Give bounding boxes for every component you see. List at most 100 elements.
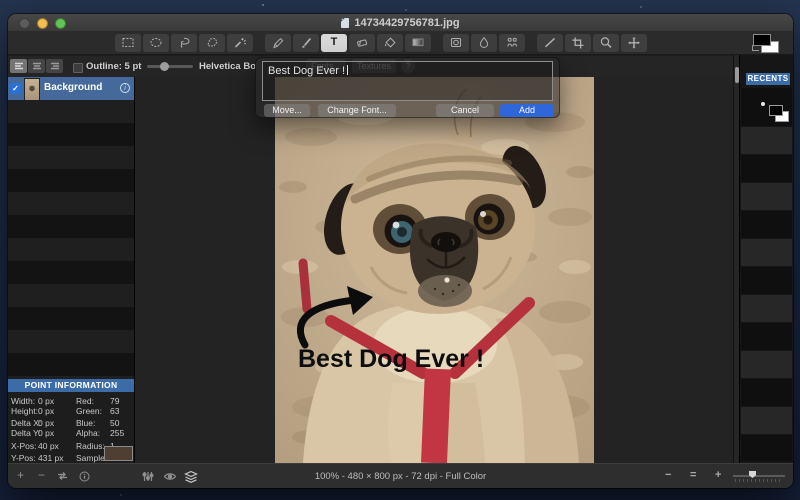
point-information-header: POINT INFORMATION xyxy=(8,379,134,392)
zoom-out-button[interactable]: − xyxy=(665,469,671,481)
desktop-star xyxy=(120,494,122,496)
field-value: 40 px xyxy=(38,441,59,451)
status-bar: + − 100% - 480 × 800 px - 72 dpi - Full … xyxy=(8,463,793,488)
field-value: 50 xyxy=(110,418,119,428)
visibility-eye-icon[interactable] xyxy=(163,471,177,485)
move-button[interactable]: Move... xyxy=(264,104,310,117)
recent-slot[interactable] xyxy=(741,183,792,210)
recent-slot[interactable] xyxy=(741,351,792,378)
canvas-area[interactable]: Best Dog Ever ! xyxy=(135,77,733,463)
tool-gradient[interactable] xyxy=(405,34,431,52)
close-button[interactable] xyxy=(19,18,30,29)
recent-color-pair-icon xyxy=(769,105,783,116)
text-entry-field[interactable]: Best Dog Ever ! xyxy=(262,61,553,101)
window-title: 14734429756781.jpg xyxy=(354,17,459,29)
field-label: Blue: xyxy=(76,418,95,428)
field-label: X-Pos: xyxy=(11,441,37,451)
recent-slot[interactable] xyxy=(741,323,792,350)
add-button[interactable]: Add xyxy=(500,104,554,117)
layer-row-background[interactable]: ✓ Background i xyxy=(8,77,134,100)
recent-slot[interactable] xyxy=(741,211,792,238)
recent-slot[interactable] xyxy=(741,435,792,461)
tool-bar: T xyxy=(8,31,793,55)
field-label: Delta Y: xyxy=(11,428,41,438)
recent-slot[interactable] xyxy=(741,407,792,434)
field-label: Y-Pos: xyxy=(11,453,36,463)
recent-item[interactable] xyxy=(741,88,792,126)
zoom-in-button[interactable]: + xyxy=(715,469,721,481)
outline-checkbox[interactable] xyxy=(73,63,83,73)
layer-info-button[interactable] xyxy=(79,471,90,485)
recent-slot[interactable] xyxy=(741,239,792,266)
outline-slider[interactable] xyxy=(147,65,193,68)
field-value: 431 px xyxy=(38,453,64,463)
minimize-button[interactable] xyxy=(37,18,48,29)
outline-label: Outline: 5 pt xyxy=(86,61,141,72)
recent-slot[interactable] xyxy=(741,295,792,322)
layers-stack-icon[interactable] xyxy=(184,470,198,486)
tool-bucket[interactable] xyxy=(377,34,403,52)
zoom-actual-button[interactable]: = xyxy=(690,469,696,481)
remove-layer-button[interactable]: − xyxy=(38,469,45,482)
title-bar[interactable]: 14734429756781.jpg xyxy=(8,14,793,32)
tool-effects[interactable] xyxy=(499,34,525,52)
field-label: Red: xyxy=(76,396,94,406)
tool-rect-select[interactable] xyxy=(115,34,141,52)
layer-thumbnail xyxy=(24,78,40,101)
tool-ellipse-select[interactable] xyxy=(143,34,169,52)
field-value: 255 xyxy=(110,428,124,438)
tool-move[interactable] xyxy=(621,34,647,52)
zoom-slider[interactable] xyxy=(733,473,785,482)
layer-visibility-checkbox[interactable]: ✓ xyxy=(10,83,21,94)
document-icon xyxy=(341,18,349,28)
tool-zoom[interactable] xyxy=(593,34,619,52)
sample-color-swatch xyxy=(104,446,133,461)
color-well[interactable] xyxy=(753,34,779,52)
field-value: 0 px xyxy=(38,428,54,438)
cancel-button[interactable]: Cancel xyxy=(436,104,494,117)
layer-info-icon[interactable]: i xyxy=(120,83,130,93)
recent-slot[interactable] xyxy=(741,155,792,182)
align-left-button[interactable] xyxy=(10,59,27,73)
channels-icon[interactable] xyxy=(142,471,154,485)
tool-clone[interactable] xyxy=(443,34,469,52)
recent-dot-icon xyxy=(761,102,765,106)
align-right-button[interactable] xyxy=(46,59,63,73)
tool-smudge[interactable] xyxy=(471,34,497,52)
field-label: Width: xyxy=(11,396,35,406)
tool-eraser[interactable] xyxy=(349,34,375,52)
change-font-button[interactable]: Change Font... xyxy=(318,104,396,117)
tool-brush[interactable] xyxy=(293,34,319,52)
image-document[interactable]: Best Dog Ever ! xyxy=(275,77,594,463)
tool-crop[interactable] xyxy=(565,34,591,52)
desktop-star xyxy=(640,6,642,8)
field-value: 0 px xyxy=(38,396,54,406)
tool-magic-wand[interactable] xyxy=(227,34,253,52)
recent-slot[interactable] xyxy=(741,379,792,406)
recent-slot[interactable] xyxy=(741,127,792,154)
empty-layer-rows xyxy=(8,100,134,379)
tool-line[interactable] xyxy=(537,34,563,52)
tool-text[interactable]: T xyxy=(321,34,347,52)
layer-name: Background xyxy=(44,82,102,93)
text-tool-dialog: Best Dog Ever ! Move... Change Font... C… xyxy=(255,57,560,118)
reorder-layer-icon[interactable] xyxy=(56,471,69,484)
tool-polygon-select[interactable] xyxy=(199,34,225,52)
align-center-button[interactable] xyxy=(28,59,45,73)
tool-pencil[interactable] xyxy=(265,34,291,52)
field-value: 79 xyxy=(110,396,119,406)
status-text: 100% - 480 × 800 px - 72 dpi - Full Colo… xyxy=(315,471,486,482)
field-label: Height: xyxy=(11,406,38,416)
add-layer-button[interactable]: + xyxy=(17,469,24,482)
field-label: Delta X: xyxy=(11,418,41,428)
field-label: Alpha: xyxy=(76,428,100,438)
zoom-window-button[interactable] xyxy=(55,18,66,29)
outline-slider-knob[interactable] xyxy=(160,62,169,71)
layers-panel: ✓ Background i POINT INFORMATION Width: … xyxy=(8,77,135,463)
zoom-slider-ticks xyxy=(735,479,783,482)
tool-lasso[interactable] xyxy=(171,34,197,52)
foreground-color-swatch[interactable] xyxy=(753,34,771,46)
recents-panel: RECENTS xyxy=(739,55,793,463)
recent-slot[interactable] xyxy=(741,267,792,294)
font-name-label: Helvetica Bold xyxy=(199,61,255,72)
